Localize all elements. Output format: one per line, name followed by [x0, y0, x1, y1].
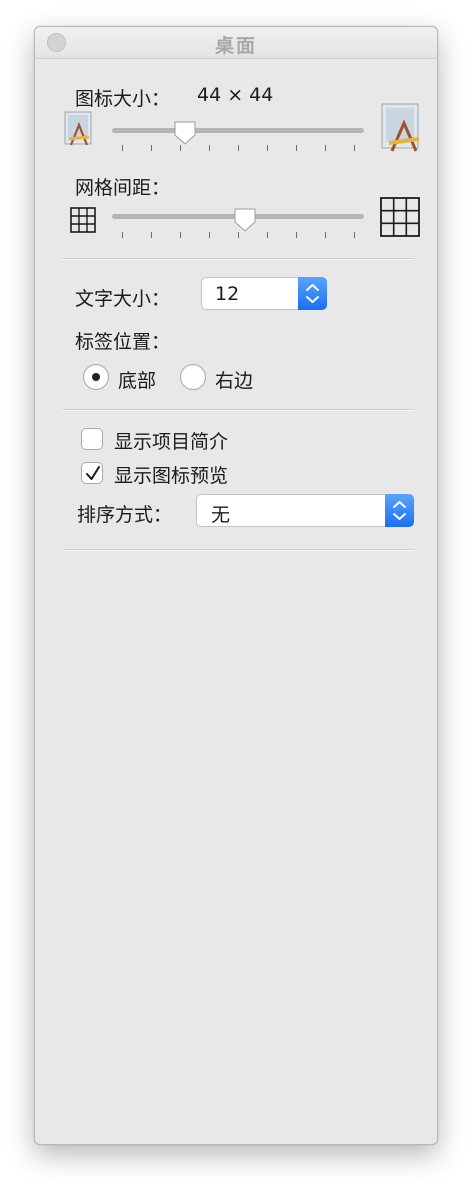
radio-bottom-label[interactable]: 底部 — [118, 366, 156, 393]
text-size-stepper[interactable] — [298, 277, 327, 310]
slider-tick — [325, 232, 326, 238]
small-grid-icon — [70, 207, 96, 233]
title-bar: 桌面 — [35, 27, 437, 59]
slider-tick — [151, 232, 152, 238]
grid-spacing-slider-knob[interactable] — [233, 207, 257, 233]
sort-by-popup-button[interactable] — [385, 494, 414, 527]
show-icon-preview-checkbox[interactable] — [81, 462, 103, 484]
slider-tick — [267, 232, 268, 238]
text-size-label: 文字大小： — [75, 288, 171, 310]
checkmark-icon — [86, 466, 100, 480]
large-grid-icon — [380, 197, 420, 237]
icon-size-slider-track[interactable] — [112, 128, 364, 133]
small-icon-size-icon — [64, 111, 92, 146]
slider-tick — [267, 145, 268, 151]
sort-by-label: 排序方式： — [77, 504, 173, 526]
separator — [62, 549, 414, 551]
slider-tick — [122, 145, 123, 151]
icon-size-slider-knob[interactable] — [173, 120, 197, 146]
icon-size-value: 44 × 44 — [197, 84, 274, 106]
grid-spacing-label: 网格间距： — [75, 177, 171, 199]
slider-tick — [296, 232, 297, 238]
text-size-value: 12 — [215, 283, 240, 305]
show-item-info-checkbox[interactable] — [81, 428, 103, 450]
radio-selected-dot — [92, 373, 100, 381]
slider-tick — [122, 232, 123, 238]
popup-arrows-icon — [393, 501, 406, 520]
radio-right-label[interactable]: 右边 — [215, 366, 253, 393]
slider-tick — [238, 145, 239, 151]
icon-size-label: 图标大小： — [75, 88, 171, 110]
desktop-view-options-window: 桌面 图标大小： 44 × 44 网格间距： 文字大小： 12 标签位置： 底部… — [34, 26, 438, 1145]
slider-tick — [325, 145, 326, 151]
separator — [62, 409, 414, 411]
radio-right[interactable] — [180, 364, 206, 390]
text-size-field[interactable]: 12 — [201, 277, 327, 310]
slider-tick — [209, 145, 210, 151]
slider-tick — [209, 232, 210, 238]
slider-tick — [296, 145, 297, 151]
stepper-arrows-icon — [306, 284, 319, 303]
large-icon-size-icon — [381, 103, 420, 152]
sort-by-popup[interactable]: 无 — [196, 494, 414, 527]
window-title: 桌面 — [214, 35, 257, 57]
slider-tick — [151, 145, 152, 151]
sort-by-value: 无 — [211, 504, 231, 526]
show-item-info-label[interactable]: 显示项目简介 — [114, 427, 228, 454]
slider-tick — [180, 232, 181, 238]
slider-tick — [354, 145, 355, 151]
slider-tick — [354, 232, 355, 238]
radio-bottom[interactable] — [83, 364, 109, 390]
show-icon-preview-label[interactable]: 显示图标预览 — [114, 461, 228, 488]
separator — [62, 258, 414, 260]
label-position-label: 标签位置： — [75, 331, 171, 353]
